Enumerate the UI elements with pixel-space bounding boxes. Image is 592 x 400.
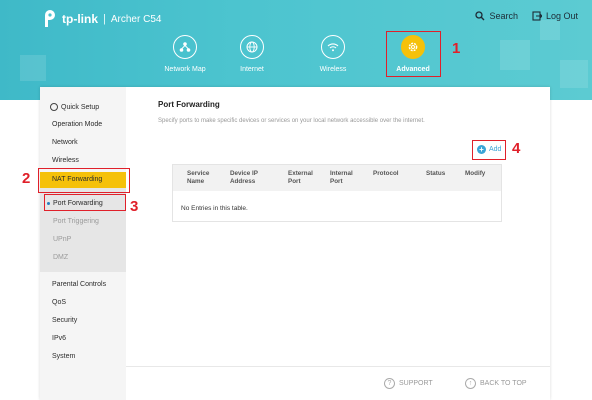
nav-label: Network Map <box>164 66 206 73</box>
column-header-external-port: External Port <box>288 170 313 185</box>
sidebar-item-ipv6[interactable]: IPv6 <box>52 335 66 342</box>
nav-network-map[interactable]: Network Map <box>154 35 216 73</box>
callout-number: 2 <box>22 170 31 187</box>
callout-number: 3 <box>130 198 139 215</box>
tplink-logo-icon <box>42 10 58 28</box>
empty-table-message: No Entries in this table. <box>181 205 248 212</box>
sidebar-item-label: Quick Setup <box>61 103 100 111</box>
back-to-top-label: BACK TO TOP <box>480 380 527 387</box>
sidebar-item-parental-controls[interactable]: Parental Controls <box>52 281 106 288</box>
callout-number: 1 <box>452 40 461 57</box>
sidebar-item-system[interactable]: System <box>52 353 75 360</box>
search-label: Search <box>489 11 518 21</box>
port-forwarding-table: Service Name Device IP Address External Por… <box>172 164 502 222</box>
sidebar-item-label: Wireless <box>52 157 79 164</box>
sidebar-item-quick-setup[interactable]: Quick Setup <box>50 103 99 111</box>
sidebar-subitem-upnp[interactable]: UPnP <box>53 236 71 243</box>
column-header-device-ip: Device IP Address <box>230 170 259 185</box>
sidebar-item-label: Network <box>52 139 78 146</box>
column-header-service-name: Service Name <box>187 170 210 185</box>
sidebar-item-security[interactable]: Security <box>52 317 77 324</box>
support-icon: ? <box>384 378 395 389</box>
callout-box-advanced <box>386 31 441 77</box>
network-map-icon <box>173 35 197 59</box>
gear-icon <box>50 103 58 111</box>
support-link[interactable]: ? SUPPORT <box>384 378 433 389</box>
footer-divider <box>126 366 550 367</box>
sidebar-item-wireless[interactable]: Wireless <box>52 157 79 164</box>
sidebar-item-label: IPv6 <box>52 335 67 342</box>
main-card: Quick Setup Operation Mode Network Wirel… <box>40 87 550 400</box>
callout-box-nat-forwarding <box>38 168 130 193</box>
callout-box-add <box>472 140 506 160</box>
model-name: Archer C54 <box>110 13 162 25</box>
sidebar-subitem-label: Port Triggering <box>53 218 99 225</box>
top-links: Search Log Out <box>475 11 578 21</box>
column-header-protocol: Protocol <box>373 170 399 177</box>
sidebar-item-label: Operation Mode <box>52 121 103 128</box>
sidebar: Quick Setup Operation Mode Network Wirel… <box>40 87 126 400</box>
search-link[interactable]: Search <box>475 11 518 21</box>
brand-separator: | <box>103 13 106 25</box>
logout-icon <box>532 11 542 21</box>
page-description: Specify ports to make specific devices o… <box>158 118 425 124</box>
logout-label: Log Out <box>545 11 578 21</box>
brand-name: tp-link <box>62 12 98 26</box>
sidebar-item-operation-mode[interactable]: Operation Mode <box>52 121 102 128</box>
nav-label: Wireless <box>319 66 347 73</box>
sidebar-subitem-label: DMZ <box>53 254 69 261</box>
top-nav: Network Map Internet Wireless Advanced <box>0 35 592 85</box>
column-header-internal-port: Internal Port <box>330 170 353 185</box>
sidebar-subitem-label: UPnP <box>53 236 72 243</box>
back-to-top-link[interactable]: ↑ BACK TO TOP <box>465 378 527 389</box>
callout-number: 4 <box>512 140 521 157</box>
nav-label: Internet <box>240 66 264 73</box>
search-icon <box>475 11 485 21</box>
sidebar-item-label: System <box>52 353 76 360</box>
header-band: tp-link | Archer C54 Search Log Out Netw… <box>0 0 592 100</box>
globe-icon <box>240 35 264 59</box>
sidebar-item-qos[interactable]: QoS <box>52 299 66 306</box>
nav-internet[interactable]: Internet <box>221 35 283 73</box>
sidebar-item-network[interactable]: Network <box>52 139 78 146</box>
arrow-up-icon: ↑ <box>465 378 476 389</box>
page-title: Port Forwarding <box>158 100 220 109</box>
logout-link[interactable]: Log Out <box>532 11 578 21</box>
column-header-modify: Modify <box>465 170 486 177</box>
nav-wireless[interactable]: Wireless <box>302 35 364 73</box>
sidebar-item-label: Security <box>52 317 78 324</box>
sidebar-item-label: Parental Controls <box>52 281 107 288</box>
column-header-status: Status <box>426 170 446 177</box>
callout-box-port-forwarding <box>44 194 126 211</box>
wifi-icon <box>321 35 345 59</box>
sidebar-subitem-dmz[interactable]: DMZ <box>53 254 68 261</box>
content-area: Port Forwarding Specify ports to make sp… <box>158 100 425 124</box>
sidebar-subitem-port-triggering[interactable]: Port Triggering <box>53 218 99 225</box>
sidebar-item-label: QoS <box>52 299 67 306</box>
brand-logo[interactable]: tp-link | Archer C54 <box>42 10 161 28</box>
table-header: Service Name Device IP Address External Por… <box>173 165 501 191</box>
support-label: SUPPORT <box>399 380 433 387</box>
